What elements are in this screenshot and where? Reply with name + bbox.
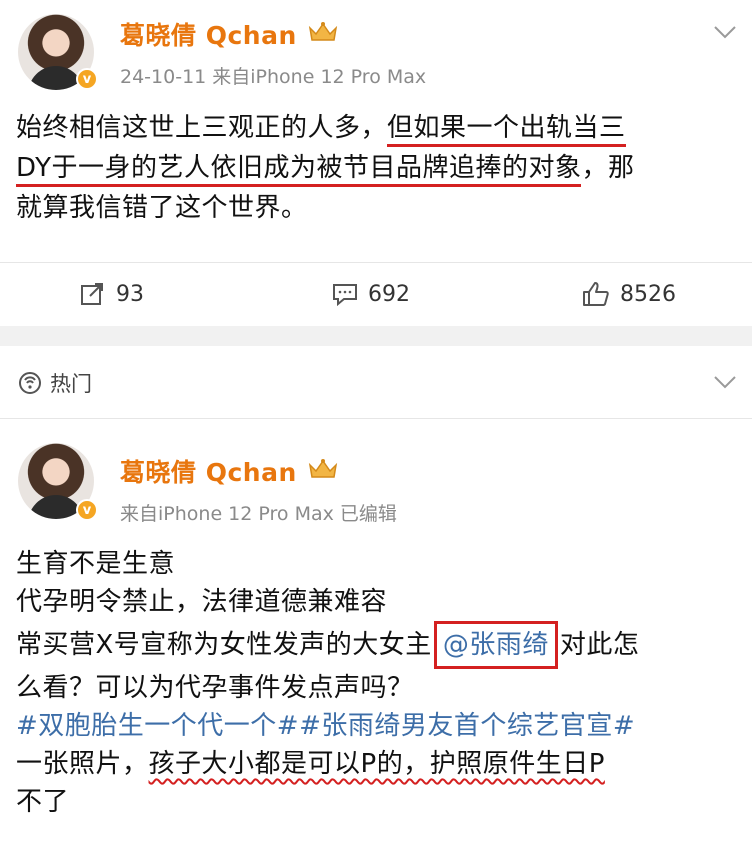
card-gap [0, 326, 752, 346]
crown-icon [308, 22, 338, 41]
action-bar: 93 692 8526 [0, 266, 752, 322]
mention-link[interactable]: @张雨绮 [433, 621, 558, 669]
verified-badge-icon: v [76, 499, 98, 521]
chevron-down-icon[interactable] [712, 374, 738, 390]
post-meta: 来自iPhone 12 Pro Max 已编辑 [120, 503, 397, 525]
repost-count: 93 [116, 281, 144, 307]
text-segment: 就算我信错了这个世界。 [16, 193, 308, 223]
text-line: 代孕明令禁止，法律道德兼难容 [16, 587, 388, 617]
text-line: 生育不是生意 [16, 549, 176, 579]
like-button[interactable]: 8526 [582, 266, 676, 322]
repost-icon [81, 283, 103, 305]
chevron-down-icon[interactable] [712, 24, 738, 40]
post-card-2: v 葛晓倩 Qchan 来自iPhone 12 Pro Max 已编辑 生育不是… [0, 419, 752, 842]
post-text: 始终相信这世上三观正的人多，但如果一个出轨当三 DY于一身的艺人依旧成为被节目品… [16, 108, 738, 228]
text-segment: 常买营X号宣称为女性发声的大女主 [16, 630, 432, 660]
repost-button[interactable]: 93 [80, 266, 144, 322]
thumbs-up-icon [583, 282, 609, 306]
hot-icon [19, 372, 41, 394]
text-line: 么看？可以为代孕事件发点声吗？ [16, 673, 414, 703]
underlined-segment: 但如果一个出轨当三 [387, 113, 626, 147]
post-meta: 24-10-11 来自iPhone 12 Pro Max [120, 66, 427, 88]
username[interactable]: 葛晓倩 Qchan [120, 16, 297, 52]
like-count: 8526 [620, 281, 676, 307]
text-segment: 一张照片， [16, 749, 149, 779]
underlined-segment: DY于一身的艺人依旧成为被节目品牌追捧的对象 [16, 153, 582, 187]
crown-icon [308, 459, 338, 478]
comment-button[interactable]: 692 [332, 266, 410, 322]
divider [0, 262, 752, 263]
text-line: 不了 [16, 787, 70, 817]
post-card-1: v 葛晓倩 Qchan 24-10-11 来自iPhone 12 Pro Max… [0, 0, 752, 326]
comment-icon [333, 284, 357, 306]
section-label: 热门 [50, 372, 92, 396]
verified-badge-icon: v [76, 68, 98, 90]
text-segment: 始终相信这世上三观正的人多， [16, 113, 388, 143]
wavy-underlined-segment: 孩子大小都是可以P的，护照原件生日P [148, 749, 605, 779]
text-segment: ，那 [581, 153, 635, 183]
hot-section-header: 热门 [0, 346, 752, 418]
username[interactable]: 葛晓倩 Qchan [120, 453, 297, 489]
topic-hashtags[interactable]: #双胞胎生一个代一个##张雨绮男友首个综艺官宣# [16, 711, 635, 741]
post-text: 生育不是生意 代孕明令禁止，法律道德兼难容 常买营X号宣称为女性发声的大女主 @张… [16, 545, 738, 821]
comment-count: 692 [368, 281, 410, 307]
text-segment: 对此怎 [559, 630, 640, 660]
